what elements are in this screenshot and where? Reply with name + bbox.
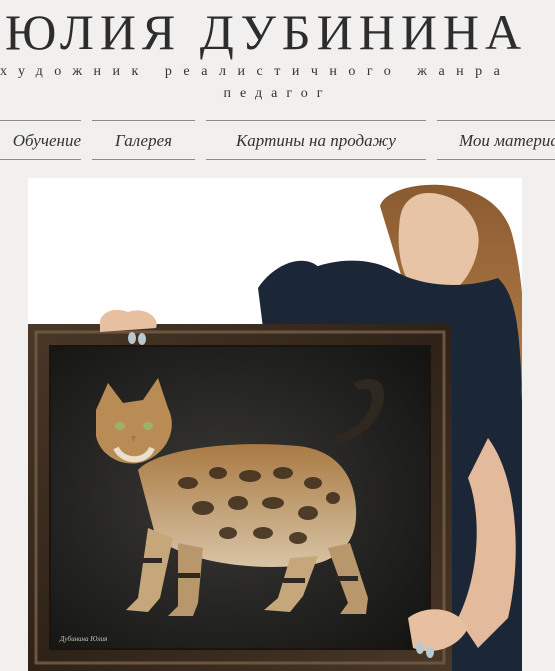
site-header: ЮЛИЯ ДУБИНИНА художник реалистичного жан… xyxy=(0,0,555,175)
hero-image: Дубинина Юлия xyxy=(28,178,522,671)
site-subtagline: педагог xyxy=(223,86,332,101)
nav-item-my-materials[interactable]: Мои материалы xyxy=(437,120,555,160)
site-tagline: художник реалистичного жанра xyxy=(0,64,512,79)
nav-item-training[interactable]: Обучение xyxy=(0,120,81,160)
site-title[interactable]: ЮЛИЯ ДУБИНИНА xyxy=(5,4,527,60)
nav-item-paintings-for-sale[interactable]: Картины на продажу xyxy=(206,120,426,160)
nav-item-gallery[interactable]: Галерея xyxy=(92,120,195,160)
painting-signature: Дубинина Юлия xyxy=(59,635,107,643)
main-navigation: Обучение Галерея Картины на продажу Мои … xyxy=(0,120,555,162)
